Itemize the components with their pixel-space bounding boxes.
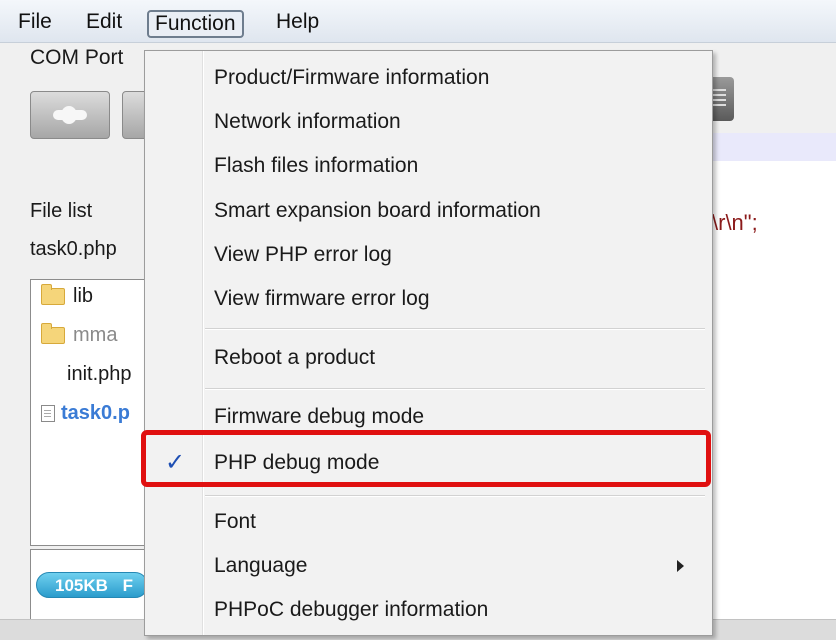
menu-separator [205,495,705,497]
menu-item-label: Reboot a product [214,346,376,369]
menu-help[interactable]: Help [270,8,325,36]
menu-item-language[interactable]: Language [145,546,712,586]
menu-item-phpoc-debugger-info[interactable]: PHPoC debugger information [145,590,712,630]
menu-item-label: Font [214,510,257,533]
tree-item-label: init.php [67,363,132,385]
tree-item-label: lib [73,285,94,307]
file-tree[interactable]: lib mma init.php task0.p [30,279,152,546]
tree-file-init[interactable]: init.php [67,363,132,386]
menu-separator [205,328,705,330]
menu-item-label: Language [214,554,308,577]
tree-folder-mma[interactable]: mma [41,323,118,347]
file-icon [41,405,55,423]
memory-usage-badge: 105KB F [36,572,148,598]
menu-item-label: Product/Firmware information [214,66,490,89]
plug-head-icon [61,106,77,124]
menu-item-label: View firmware error log [214,287,430,310]
menu-edit[interactable]: Edit [80,8,128,36]
tree-folder-lib[interactable]: lib [41,284,94,308]
tree-item-label: mma [73,324,118,346]
code-line: \r\n"; [712,210,758,235]
menu-bar: File Edit Function Help [0,0,836,43]
menu-item-network-info[interactable]: Network information [145,102,712,142]
menu-item-view-firmware-error-log[interactable]: View firmware error log [145,279,712,319]
tree-file-task0[interactable]: task0.p [41,402,130,425]
menu-item-view-php-error-log[interactable]: View PHP error log [145,235,712,275]
file-list-label: File list [30,200,93,222]
menu-function[interactable]: Function [147,10,244,38]
menu-item-smart-expansion-info[interactable]: Smart expansion board information [145,191,712,231]
connect-button[interactable] [30,91,110,139]
list-icon [712,89,726,91]
menu-item-label: PHPoC debugger information [214,598,489,621]
folder-icon [41,323,65,345]
submenu-arrow-icon [677,560,684,572]
memory-suffix: F [122,576,134,595]
menu-file[interactable]: File [12,8,58,36]
tree-item-label: task0.p [61,402,130,424]
menu-separator [205,388,705,390]
menu-item-label: Smart expansion board information [214,199,541,222]
editor-tab-strip [712,133,836,162]
menu-item-label: Network information [214,110,401,133]
menu-item-label: Flash files information [214,154,419,177]
current-file-label: task0.php [30,238,117,260]
function-dropdown-menu: Product/Firmware information Network inf… [144,50,713,636]
menu-item-flash-files-info[interactable]: Flash files information [145,146,712,186]
memory-value: 105KB [55,576,108,595]
menu-item-font[interactable]: Font [145,502,712,542]
menu-item-label: View PHP error log [214,243,392,266]
menu-item-product-firmware-info[interactable]: Product/Firmware information [145,58,712,98]
menu-item-reboot-product[interactable]: Reboot a product [145,338,712,378]
folder-icon [41,284,65,306]
highlight-annotation [141,430,711,487]
com-port-label: COM Port [30,46,124,69]
